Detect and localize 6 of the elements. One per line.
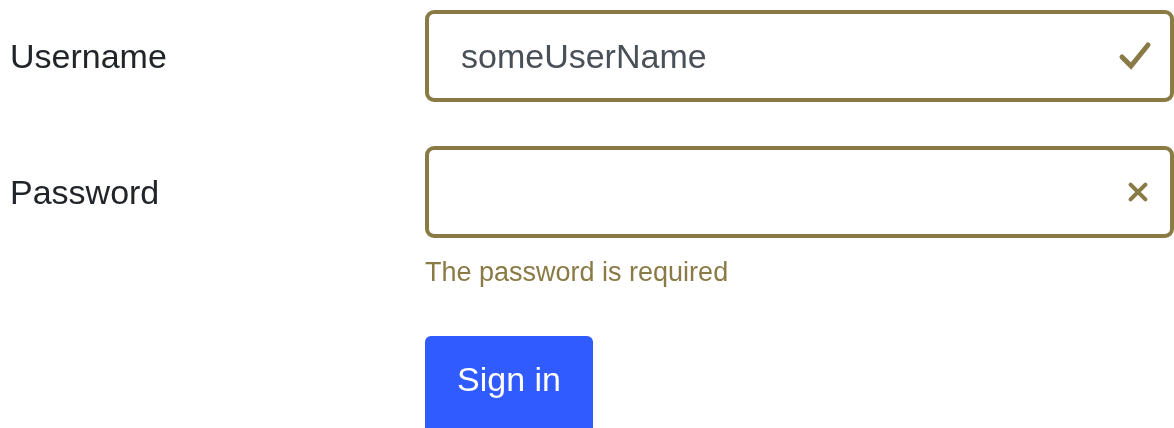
input-field[interactable]: someUserName <box>425 10 1174 102</box>
input-field[interactable] <box>425 146 1174 238</box>
field-label: Username <box>10 36 168 77</box>
sign-in-button[interactable]: Sign in <box>425 336 593 428</box>
error-message: The password is required <box>425 256 730 289</box>
field-label: Password <box>10 172 161 213</box>
